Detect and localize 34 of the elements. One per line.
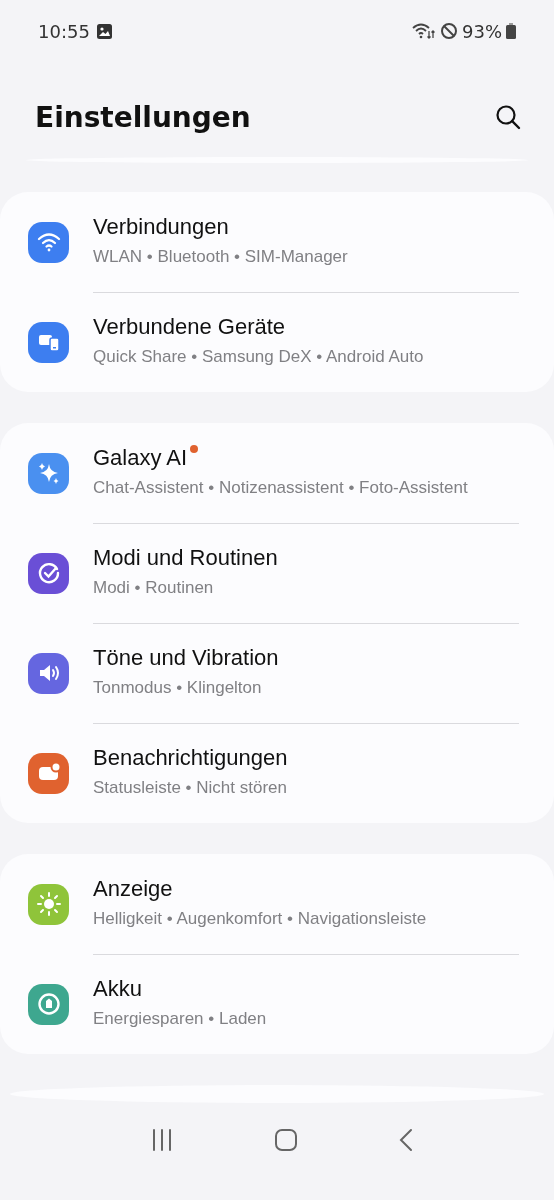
battery-percent: 93% (462, 20, 502, 42)
back-icon[interactable] (398, 1128, 414, 1152)
setting-title[interactable]: Akku (93, 976, 142, 1002)
home-icon[interactable] (274, 1128, 298, 1152)
wifi-icon (412, 22, 436, 40)
setting-title[interactable]: Verbindungen (93, 214, 229, 240)
setting-title[interactable]: Modi und Routinen (93, 545, 278, 571)
setting-subtitle: Tonmodus • Klingelton (93, 677, 263, 699)
do-not-disturb-icon (440, 22, 458, 40)
status-time: 10:55 (38, 20, 90, 42)
settings-row[interactable]: Akku Energiesparen • Laden (0, 954, 554, 1054)
settings-row[interactable]: Anzeige Helligkeit • Augenkomfort • Navigationsleiste (0, 854, 554, 954)
settings-row[interactable]: Töne und Vibration Tonmodus • Klingelton (0, 623, 554, 723)
settings-row[interactable]: Modi und Routinen Modi • Routinen (0, 523, 554, 623)
setting-subtitle: WLAN • Bluetooth • SIM-Manager (93, 246, 348, 268)
setting-subtitle: Energiesparen • Laden (93, 1008, 267, 1030)
settings-row[interactable]: Benachrichtigungen Statusleiste • Nicht stören (0, 723, 554, 823)
recent-apps-icon[interactable] (150, 1128, 174, 1152)
battery-icon (506, 23, 516, 39)
setting-title[interactable]: Anzeige (93, 876, 173, 902)
setting-title[interactable]: Benachrichtigungen (93, 745, 288, 771)
settings-row[interactable]: Verbundene Geräte Quick Share • Samsung DeX • Android Auto (0, 292, 554, 392)
search-icon[interactable] (495, 104, 521, 130)
setting-title[interactable]: Galaxy AI (93, 445, 188, 471)
settings-row[interactable]: Verbindungen WLAN • Bluetooth • SIM-Manager (0, 192, 554, 292)
setting-title[interactable]: Verbundene Geräte (93, 314, 286, 340)
page-title: Einstellungen (35, 100, 251, 134)
setting-subtitle: Helligkeit • Augenkomfort • Navigationsleiste (93, 908, 427, 930)
setting-subtitle: Chat-Assistent • Notizenassistent • Foto-Assistent (93, 477, 468, 499)
setting-subtitle: Quick Share • Samsung DeX • Android Auto (93, 346, 424, 368)
image-icon (95, 22, 113, 40)
setting-title[interactable]: Töne und Vibration (93, 645, 279, 671)
setting-subtitle: Statusleiste • Nicht stören (93, 777, 288, 799)
setting-subtitle: Modi • Routinen (93, 577, 215, 599)
